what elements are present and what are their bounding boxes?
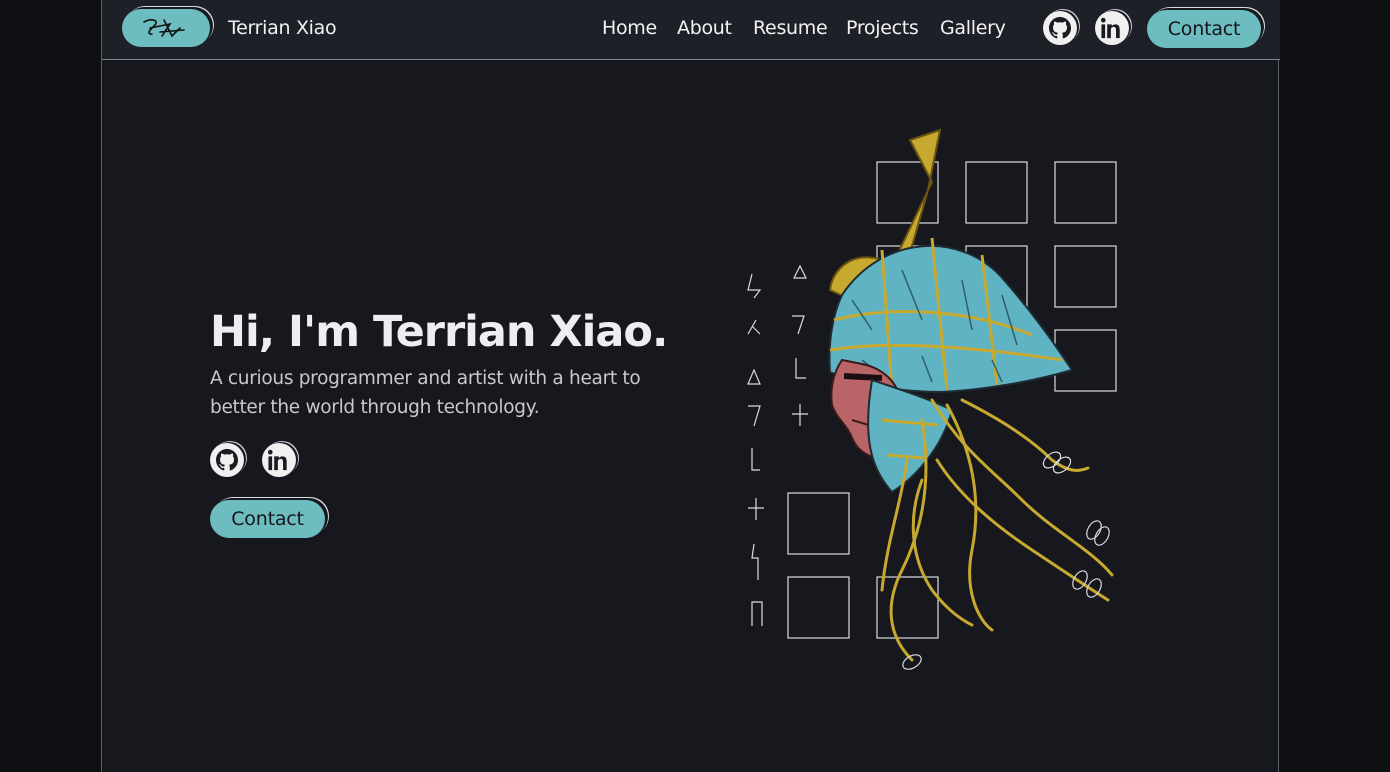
samurai-jellyfish-illustration <box>747 128 1117 670</box>
hero-subtitle: A curious programmer and artist with a h… <box>210 368 641 418</box>
github-icon <box>1049 17 1071 39</box>
hero-title: Hi, I'm Terrian Xiao. <box>210 307 668 357</box>
nav-contact-button[interactable]: Contact <box>1147 10 1261 48</box>
nav-gallery[interactable]: Gallery <box>940 17 1006 39</box>
brand-name[interactable]: Terrian Xiao <box>228 17 337 39</box>
hero-contact-button[interactable]: Contact <box>210 500 325 538</box>
linkedin-icon <box>268 449 287 471</box>
linkedin-icon <box>1101 17 1120 39</box>
nav-resume[interactable]: Resume <box>753 17 828 39</box>
nav-projects[interactable]: Projects <box>846 17 919 39</box>
github-nav-link[interactable] <box>1043 11 1077 45</box>
page-frame: Terrian Xiao Home About Resume Projects … <box>101 0 1280 772</box>
nav-about[interactable]: About <box>677 17 732 39</box>
signature-logo-icon <box>143 19 185 38</box>
navbar: Terrian Xiao Home About Resume Projects … <box>102 0 1280 60</box>
linkedin-nav-link[interactable] <box>1095 11 1129 45</box>
linkedin-hero-link[interactable] <box>262 443 296 477</box>
logo-button[interactable] <box>122 9 210 47</box>
github-icon <box>216 449 238 471</box>
nav-home[interactable]: Home <box>602 17 657 39</box>
github-hero-link[interactable] <box>210 443 244 477</box>
